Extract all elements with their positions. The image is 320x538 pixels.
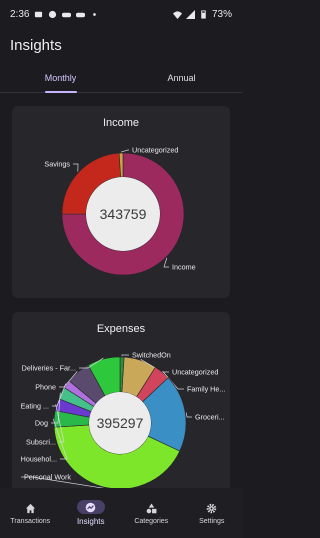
- expenses-card: Expenses SwitchedOn Uncategorized Family H…: [12, 312, 230, 492]
- nav-label: Categories: [134, 518, 169, 525]
- period-tabs: Monthly Annual: [0, 64, 242, 93]
- slice-label: Dog: [35, 419, 48, 428]
- bottom-nav: Transactions Insights Categories Setting…: [0, 488, 242, 538]
- slice-label: Family He...: [187, 385, 225, 394]
- gear-icon: [206, 503, 217, 513]
- nav-label: Insights: [76, 517, 105, 526]
- label-leader: [121, 354, 129, 357]
- slice-label: Personal Work: [24, 473, 71, 482]
- status-time: 2:36: [10, 8, 30, 20]
- insights-icon: [85, 502, 96, 512]
- game-icon: [62, 12, 72, 17]
- battery-icon: [201, 9, 206, 19]
- battery-percent: 73%: [211, 8, 232, 20]
- slice-label: SwitchedOn: [132, 351, 171, 360]
- categories-icon: [146, 502, 157, 513]
- page-title: Insights: [10, 37, 62, 54]
- nav-settings[interactable]: Settings: [182, 488, 243, 538]
- nav-transactions[interactable]: Transactions: [0, 488, 61, 538]
- slice-label: Househol...: [21, 455, 57, 464]
- total-value: 343759: [100, 206, 147, 222]
- slice-label: Income: [172, 263, 196, 272]
- label-leader: [120, 149, 129, 153]
- slice-label: Uncategorized: [172, 368, 218, 377]
- slice-label: Uncategorized: [132, 146, 178, 155]
- game-icon-2: [76, 12, 86, 17]
- tab-annual[interactable]: Annual: [121, 64, 242, 92]
- nav-insights[interactable]: Insights: [61, 488, 122, 538]
- nav-label: Settings: [199, 518, 225, 525]
- status-bar: 2:36 73%: [0, 0, 242, 28]
- nav-categories[interactable]: Categories: [121, 488, 182, 538]
- tab-monthly[interactable]: Monthly: [0, 64, 121, 92]
- slice-label: Groceri...: [195, 413, 225, 422]
- nav-label: Transactions: [10, 518, 51, 525]
- income-chart: Income Savings Uncategorized 343759: [44, 146, 196, 276]
- label-leader: [163, 257, 169, 268]
- label-leader: [185, 412, 192, 418]
- income-card: Income Income Savings Uncategorized 343759: [12, 106, 230, 298]
- slice-label: Savings: [44, 160, 70, 169]
- slice-label: Subscri...: [26, 438, 56, 447]
- label-leader: [73, 163, 79, 172]
- chat-icon: [49, 10, 57, 18]
- wifi-icon: [172, 10, 182, 19]
- notification-icon: [35, 11, 43, 17]
- home-icon: [25, 503, 35, 513]
- slice-label: Phone: [35, 383, 56, 392]
- slice-label: Deliveries - Far...: [22, 364, 76, 373]
- total-value: 395297: [97, 415, 144, 431]
- signal-icon: [185, 9, 195, 19]
- expenses-chart: SwitchedOnUncategorized Family He... Groce…: [21, 351, 225, 490]
- dot-icon: [93, 12, 97, 16]
- slice-label: Eating ...: [21, 402, 49, 411]
